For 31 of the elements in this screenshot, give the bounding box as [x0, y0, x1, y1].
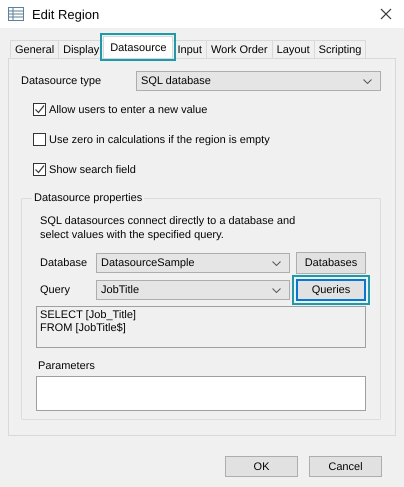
- tab[interactable]: Layout: [272, 40, 315, 58]
- tab[interactable]: Scripting: [314, 40, 366, 58]
- group-title: Datasource properties: [33, 192, 144, 204]
- datasource-type-dropdown[interactable]: SQL database: [136, 71, 381, 91]
- dialog-button[interactable]: Cancel: [309, 456, 382, 477]
- field-label: Query: [39, 284, 71, 296]
- tab[interactable]: Datasource: [103, 36, 174, 58]
- query-textbox[interactable]: SELECT [Job_Title] FROM [JobTitle$]: [36, 306, 366, 348]
- checkbox-label: Show search field: [49, 164, 136, 176]
- checkbox[interactable]: [33, 163, 46, 176]
- field-label: Database: [39, 257, 88, 269]
- datasource-type-label: Datasource type: [21, 75, 102, 87]
- chevron-down-icon: [363, 78, 372, 84]
- parameters-label: Parameters: [38, 360, 96, 372]
- table-icon: [8, 7, 24, 21]
- description-text: SQL datasources connect directly to a database and select values with the specified query.: [40, 214, 296, 242]
- dialog-button[interactable]: OK: [225, 456, 298, 477]
- tab[interactable]: Display: [58, 40, 104, 58]
- checkbox-label: Allow users to enter a new value: [49, 104, 208, 116]
- side-button[interactable]: Databases: [296, 252, 366, 274]
- chevron-down-icon: [272, 260, 281, 266]
- dropdown[interactable]: DatasourceSample: [96, 253, 290, 273]
- window-title: Edit Region: [32, 6, 100, 22]
- close-icon[interactable]: [380, 8, 392, 20]
- parameters-textbox[interactable]: [36, 376, 366, 411]
- checkbox[interactable]: [33, 133, 46, 146]
- checkbox[interactable]: [33, 103, 46, 116]
- chevron-down-icon: [272, 288, 281, 292]
- tab[interactable]: General: [10, 40, 60, 58]
- checkbox-label: Use zero in calculations if the region is empty: [49, 134, 270, 146]
- dropdown[interactable]: JobTitle: [96, 280, 290, 300]
